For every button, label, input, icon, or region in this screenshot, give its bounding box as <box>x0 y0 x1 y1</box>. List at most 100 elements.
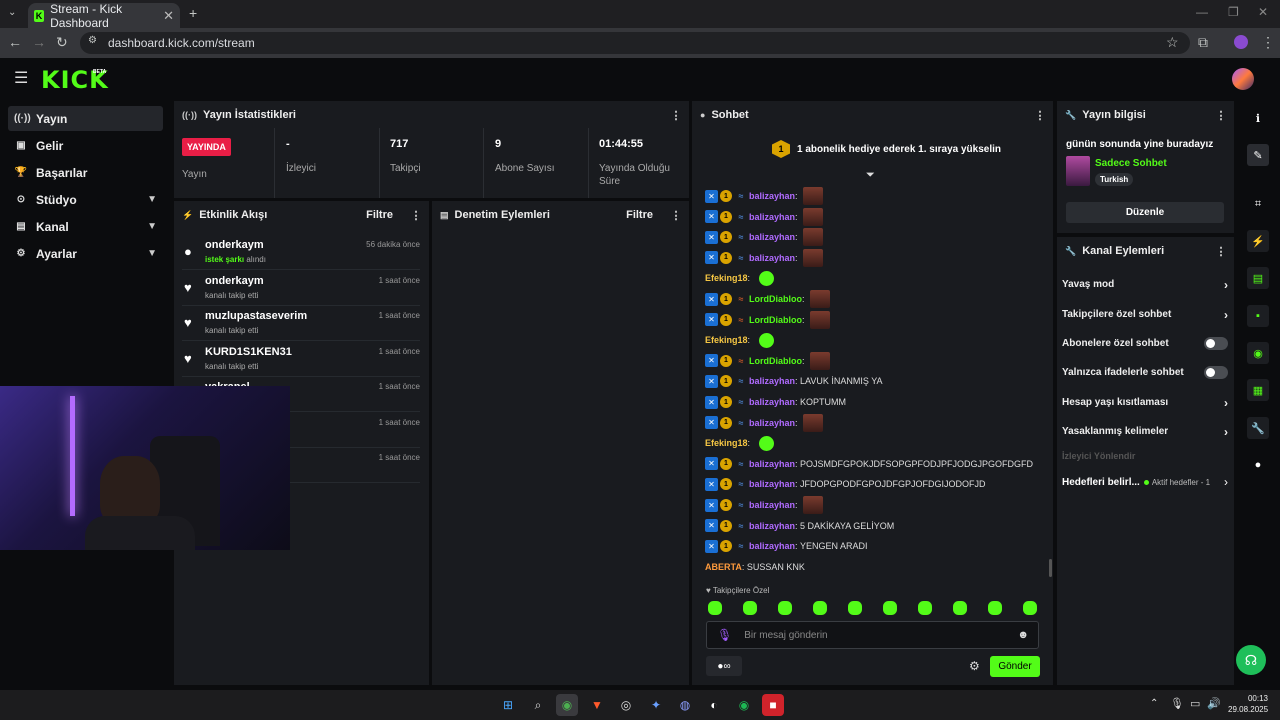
send-button[interactable]: Gönder <box>990 656 1040 677</box>
chat-message[interactable]: ✕ 1 ≈ balizayhan: <box>705 248 824 267</box>
chat-username[interactable]: balizayhan <box>749 376 795 386</box>
sidebar-item-studyo[interactable]: ⊙ Stüdyo ▼ <box>8 187 163 212</box>
chat-message[interactable]: ✕ 1 ≈ LordDiabloo: <box>705 290 831 308</box>
emote-picker-item[interactable] <box>708 601 722 615</box>
app-red-icon[interactable]: ■ <box>762 694 784 716</box>
sidebar-item-gelir[interactable]: ▣ Gelir <box>8 133 163 158</box>
back-icon[interactable]: ← <box>8 34 22 50</box>
chat-settings-gear-icon[interactable]: ⚙ <box>969 659 980 673</box>
spotify-icon[interactable]: ◉ <box>733 694 755 716</box>
emote-picker-item[interactable] <box>1023 601 1037 615</box>
chat-username[interactable]: balizayhan <box>749 191 795 201</box>
chat-username[interactable]: LordDiabloo <box>749 294 802 304</box>
wrench-icon[interactable]: 🔧 <box>1247 417 1269 439</box>
info-icon[interactable]: ℹ <box>1247 107 1269 129</box>
chat-message[interactable]: ✕ 1 ≈ balizayhan: <box>705 187 824 205</box>
emote-picker-item[interactable] <box>988 601 1002 615</box>
toggle-switch[interactable] <box>1204 366 1228 379</box>
channel-action-item[interactable]: Yavaş mod › <box>1062 270 1228 299</box>
chat-username[interactable]: Efeking18 <box>705 438 748 448</box>
chat-message[interactable]: ✕ 1 ≈ balizayhan: <box>705 228 824 247</box>
steam-icon[interactable]: ◐ <box>703 694 725 716</box>
forward-icon[interactable]: → <box>32 34 46 50</box>
microphone-tray-icon[interactable]: 🎙 <box>1170 697 1184 710</box>
obs-icon[interactable]: ◎ <box>615 694 637 716</box>
chat-message[interactable]: ✕ 1 ≈ balizayhan: <box>705 496 824 514</box>
minimize-icon[interactable]: — <box>1196 5 1208 19</box>
lightning-icon[interactable]: ⚡ <box>1247 230 1269 252</box>
reload-icon[interactable]: ↻ <box>56 34 68 51</box>
toggle-switch[interactable] <box>1204 337 1228 350</box>
tab-search-icon[interactable]: ⌄ <box>8 7 16 18</box>
sidebar-item-yayin[interactable]: ((·)) Yayın <box>8 106 163 131</box>
emote-picker-item[interactable] <box>883 601 897 615</box>
clock[interactable]: 00:13 29.08.2025 <box>1228 693 1268 715</box>
moderation-filter-button[interactable]: Filtre <box>626 209 653 221</box>
microphone-icon[interactable]: 🎙 <box>717 628 732 642</box>
layout-icon[interactable]: ▦ <box>1247 379 1269 401</box>
browser-tab[interactable]: K Stream - Kick Dashboard ✕ <box>28 2 180 30</box>
activity-event[interactable]: ♥ muzlupastaseverim kanalı takip etti 1 … <box>182 307 420 341</box>
points-icon[interactable]: ● <box>1247 454 1269 476</box>
chat-username[interactable]: Efeking18 <box>705 273 748 283</box>
bookmark-star-icon[interactable]: ☆ <box>1166 34 1179 51</box>
search-icon[interactable]: ⌕ <box>527 694 549 716</box>
sidebar-item-ayarlar[interactable]: ⚙ Ayarlar ▼ <box>8 241 163 266</box>
activity-event[interactable]: ♥ KURD1S1KEN31 kanalı takip etti 1 saat … <box>182 343 420 377</box>
new-tab-icon[interactable]: + <box>189 5 197 21</box>
broadcast-icon[interactable]: ◉ <box>1247 342 1269 364</box>
emote-picker-item[interactable] <box>953 601 967 615</box>
channel-action-item[interactable]: Takipçilere özel sohbet › <box>1062 300 1228 329</box>
tray-chevron-icon[interactable]: ⌃ <box>1150 698 1158 709</box>
emoji-icon[interactable]: ☻ <box>1017 629 1029 641</box>
chat-points-button[interactable]: ●∞ <box>706 656 742 676</box>
category-link[interactable]: Sadece Sohbet <box>1095 158 1167 169</box>
channel-action-item[interactable]: Hesap yaşı kısıtlaması › <box>1062 388 1228 417</box>
activity-event[interactable]: ♥ onderkaym kanalı takip etti 1 saat önc… <box>182 272 420 306</box>
chat-message[interactable]: ✕ 1 ≈ balizayhan: KOPTUMM <box>705 393 846 411</box>
chat-username[interactable]: balizayhan <box>749 541 795 551</box>
activity-filter-button[interactable]: Filtre <box>366 209 393 221</box>
chat-message[interactable]: ✕ 1 ≈ balizayhan: <box>705 207 824 226</box>
extensions-icon[interactable]: ⧉ <box>1198 34 1208 51</box>
chat-username[interactable]: LordDiabloo <box>749 315 802 325</box>
emote-picker-item[interactable] <box>778 601 792 615</box>
chat-username[interactable]: balizayhan <box>749 212 795 222</box>
discord-icon[interactable]: ◍ <box>674 694 696 716</box>
more-options-icon[interactable]: ⋮ <box>1214 245 1228 258</box>
chrome-icon[interactable]: ◉ <box>556 694 578 716</box>
maximize-icon[interactable]: ❐ <box>1228 5 1239 19</box>
chat-scrollbar[interactable] <box>1049 559 1052 577</box>
chat-username[interactable]: ABERTA <box>705 562 742 572</box>
chat-message[interactable]: ABERTA: SUSSAN KNK <box>705 558 805 576</box>
address-bar[interactable]: dashboard.kick.com/stream <box>80 32 1190 54</box>
windows-start-icon[interactable]: ⊞ <box>497 694 519 716</box>
chat-username[interactable]: Efeking18 <box>705 335 748 345</box>
chat-username[interactable]: LordDiabloo <box>749 356 802 366</box>
chat-username[interactable]: balizayhan <box>749 397 795 407</box>
chat-message[interactable]: Efeking18: <box>705 269 774 287</box>
chat-username[interactable]: balizayhan <box>749 418 795 428</box>
tab-close-icon[interactable]: ✕ <box>163 8 174 24</box>
emote-picker-item[interactable] <box>813 601 827 615</box>
chat-username[interactable]: balizayhan <box>749 253 795 263</box>
browser-menu-icon[interactable]: ⋮ <box>1261 34 1275 51</box>
pencil-icon[interactable]: ✎ <box>1247 144 1269 166</box>
volume-icon[interactable]: 🔊 <box>1207 697 1221 710</box>
more-options-icon[interactable]: ⋮ <box>669 209 683 222</box>
support-headset-icon[interactable]: ☊ <box>1236 645 1266 675</box>
more-options-icon[interactable]: ⋮ <box>669 109 683 122</box>
chat-message[interactable]: ✕ 1 ≈ balizayhan: POJSMDFGPOKJDFSOPGPFODJPF… <box>705 455 1033 473</box>
network-icon[interactable]: ▭ <box>1190 697 1200 710</box>
chat-message[interactable]: ✕ 1 ≈ balizayhan: JFDOPGPODFGPOJDFGPJOFDGIJ… <box>705 475 986 493</box>
user-avatar[interactable] <box>1232 68 1254 90</box>
more-options-icon[interactable]: ⋮ <box>1214 109 1228 122</box>
chat-input[interactable]: 🎙 Bir mesaj gönderin ☻ <box>706 621 1039 649</box>
sidebar-item-kanal[interactable]: ▤ Kanal ▼ <box>8 214 163 239</box>
edit-button[interactable]: Düzenle <box>1066 202 1224 223</box>
goals-row[interactable]: Hedefleri belirl... Aktif hedefler - 1 › <box>1062 472 1228 492</box>
emote-picker-item[interactable] <box>848 601 862 615</box>
chat-username[interactable]: balizayhan <box>749 479 795 489</box>
chat-message[interactable]: Efeking18: <box>705 434 774 452</box>
chat-username[interactable]: balizayhan <box>749 500 795 510</box>
